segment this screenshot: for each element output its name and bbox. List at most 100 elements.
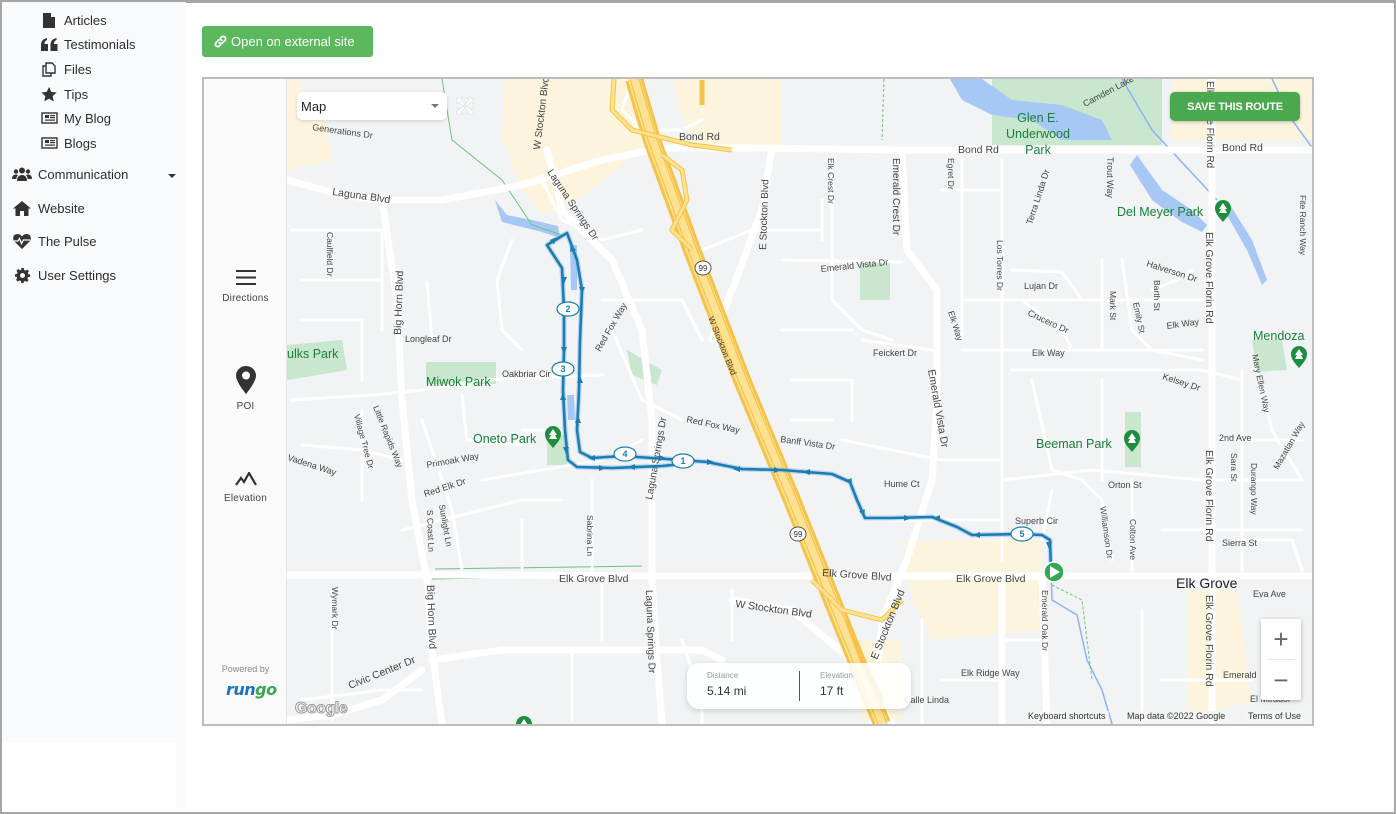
road-label: Colton Ave xyxy=(1128,519,1138,560)
sidebar-item-blogs[interactable]: Blogs xyxy=(40,135,97,151)
sidebar: Articles Testimonials Files Tips My Blog… xyxy=(2,2,186,808)
road-label: Egret Dr xyxy=(946,158,956,190)
road-label: Elk Way xyxy=(1032,348,1065,358)
sidebar-item-label: Blogs xyxy=(64,135,97,151)
road-label: Lujan Dr xyxy=(1024,281,1058,291)
road-label: Feickert Dr xyxy=(873,348,917,358)
elevation-stat-label: Elevation xyxy=(820,671,853,680)
road-label: Elk Grove Blvd xyxy=(956,573,1026,585)
heartbeat-icon xyxy=(12,233,32,249)
rungo-logo: rungo xyxy=(226,680,277,699)
sidebar-item-articles[interactable]: Articles xyxy=(40,12,107,28)
svg-text:3: 3 xyxy=(560,364,565,374)
road-label: Barth St xyxy=(1152,280,1162,311)
mile-marker: 3 xyxy=(551,361,575,377)
directions-button[interactable]: Directions xyxy=(204,269,287,304)
highway-shield-99: 99 xyxy=(789,526,807,542)
road-label: Elk Crest Dr xyxy=(826,158,836,204)
svg-text:99: 99 xyxy=(794,530,803,539)
gear-icon xyxy=(12,267,32,283)
map-type-value: Map xyxy=(301,98,327,114)
svg-text:5: 5 xyxy=(1019,529,1024,539)
park-label: Glen E. xyxy=(1017,111,1059,125)
link-icon xyxy=(214,35,227,48)
road-label: Fite Ranch Way xyxy=(1298,195,1308,256)
sidebar-item-the-pulse[interactable]: The Pulse xyxy=(12,233,97,249)
road-label: Emerald Oak Dr xyxy=(1040,590,1050,651)
road-label: Sara St xyxy=(1229,453,1239,482)
file-icon xyxy=(40,12,58,28)
sidebar-item-label: Tips xyxy=(64,86,89,102)
hamburger-menu-icon xyxy=(235,270,256,285)
park-label: ulks Park xyxy=(287,347,339,361)
sidebar-item-label: User Settings xyxy=(38,267,117,283)
sidebar-item-website[interactable]: Website xyxy=(12,200,85,216)
road-label: Emerald Crest Dr xyxy=(890,158,901,236)
sidebar-item-testimonials[interactable]: Testimonials xyxy=(40,36,136,52)
svg-text:99: 99 xyxy=(699,264,708,273)
save-route-button[interactable]: SAVE THIS ROUTE xyxy=(1170,92,1300,121)
elevation-label: Elevation xyxy=(224,493,267,504)
fullscreen-icon[interactable] xyxy=(455,96,475,116)
road-label: Los Torres Dr xyxy=(995,240,1005,291)
road-label: Caulfield Dr xyxy=(325,232,335,277)
road-label: Elk Grove Florin Rd xyxy=(1203,232,1215,324)
sidebar-item-communication[interactable]: Communication xyxy=(12,166,128,182)
road-label: Eva Ave xyxy=(1253,589,1286,599)
mile-marker: 5 xyxy=(1010,526,1034,542)
highway-shield-99: 99 xyxy=(694,260,712,276)
park-label: Oneto Park xyxy=(473,432,537,446)
road-label: Bond Rd xyxy=(679,131,720,143)
road-label: Elk Grove Blvd xyxy=(559,573,629,585)
terms-of-use-link[interactable]: Terms of Use xyxy=(1245,711,1305,721)
distance-stat: Distance 5.14 mi xyxy=(707,671,746,698)
mile-marker: 4 xyxy=(613,446,637,462)
road-label: Big Horn Blvd xyxy=(392,270,406,335)
park-label: Miwok Park xyxy=(426,375,491,389)
route-start-play-icon[interactable] xyxy=(1043,561,1065,583)
sidebar-item-my-blog[interactable]: My Blog xyxy=(40,110,111,126)
chevron-down-icon[interactable] xyxy=(168,174,176,178)
stats-divider xyxy=(799,671,800,701)
sidebar-item-tips[interactable]: Tips xyxy=(40,86,88,102)
road-label: Bond Rd xyxy=(958,144,999,156)
quote-icon xyxy=(40,36,58,52)
sidebar-item-label: Articles xyxy=(64,12,107,28)
sidebar-item-files[interactable]: Files xyxy=(40,61,91,77)
mile-marker: 2 xyxy=(556,301,580,317)
sidebar-item-label: Testimonials xyxy=(64,36,136,52)
files-icon xyxy=(40,61,58,77)
elevation-stat: Elevation 17 ft xyxy=(820,671,853,698)
star-icon xyxy=(40,86,58,102)
road-label: Elk Ridge Way xyxy=(961,668,1020,678)
map-pin-icon xyxy=(235,366,256,394)
sidebar-item-user-settings[interactable]: User Settings xyxy=(12,267,116,283)
park-label: Underwood xyxy=(1006,127,1070,141)
home-icon xyxy=(12,200,32,216)
zoom-in-button[interactable]: + xyxy=(1261,619,1301,659)
map-canvas[interactable]: 99 99 Bond Rd Bond Rd Bond Rd Laguna Blv… xyxy=(287,79,1314,724)
route-stats-card: Distance 5.14 mi Elevation 17 ft xyxy=(687,663,911,709)
rungo-side-panel: Directions POI Elevation Powered by rung… xyxy=(204,79,287,724)
sidebar-item-label: Files xyxy=(64,61,92,77)
park-label: Beeman Park xyxy=(1036,437,1112,451)
map-type-select[interactable]: Map xyxy=(297,92,447,120)
keyboard-shortcuts-link[interactable]: Keyboard shortcuts xyxy=(1025,711,1109,721)
distance-value: 5.14 mi xyxy=(707,684,747,698)
road-label: Emerald xyxy=(1223,670,1257,680)
sidebar-item-label: My Blog xyxy=(64,110,111,126)
open-external-site-button[interactable]: Open on external site xyxy=(202,26,373,57)
google-logo[interactable]: Google xyxy=(294,700,348,718)
road-label: Trout Way xyxy=(1105,157,1115,198)
road-label: Orton St xyxy=(1108,480,1142,490)
road-label: Elk Grove Florin Rd xyxy=(1203,450,1215,542)
svg-text:2: 2 xyxy=(565,304,570,314)
road-label: Durango Way xyxy=(1249,463,1259,515)
road-label: Mark St xyxy=(1108,291,1118,321)
route-map[interactable]: Directions POI Elevation Powered by rung… xyxy=(202,77,1314,726)
poi-button[interactable]: POI xyxy=(204,366,287,412)
road-label: Sabrina Ln xyxy=(585,515,595,556)
elevation-button[interactable]: Elevation xyxy=(204,470,287,504)
zoom-out-button[interactable]: − xyxy=(1261,660,1301,700)
powered-by-label: Powered by xyxy=(221,664,270,674)
